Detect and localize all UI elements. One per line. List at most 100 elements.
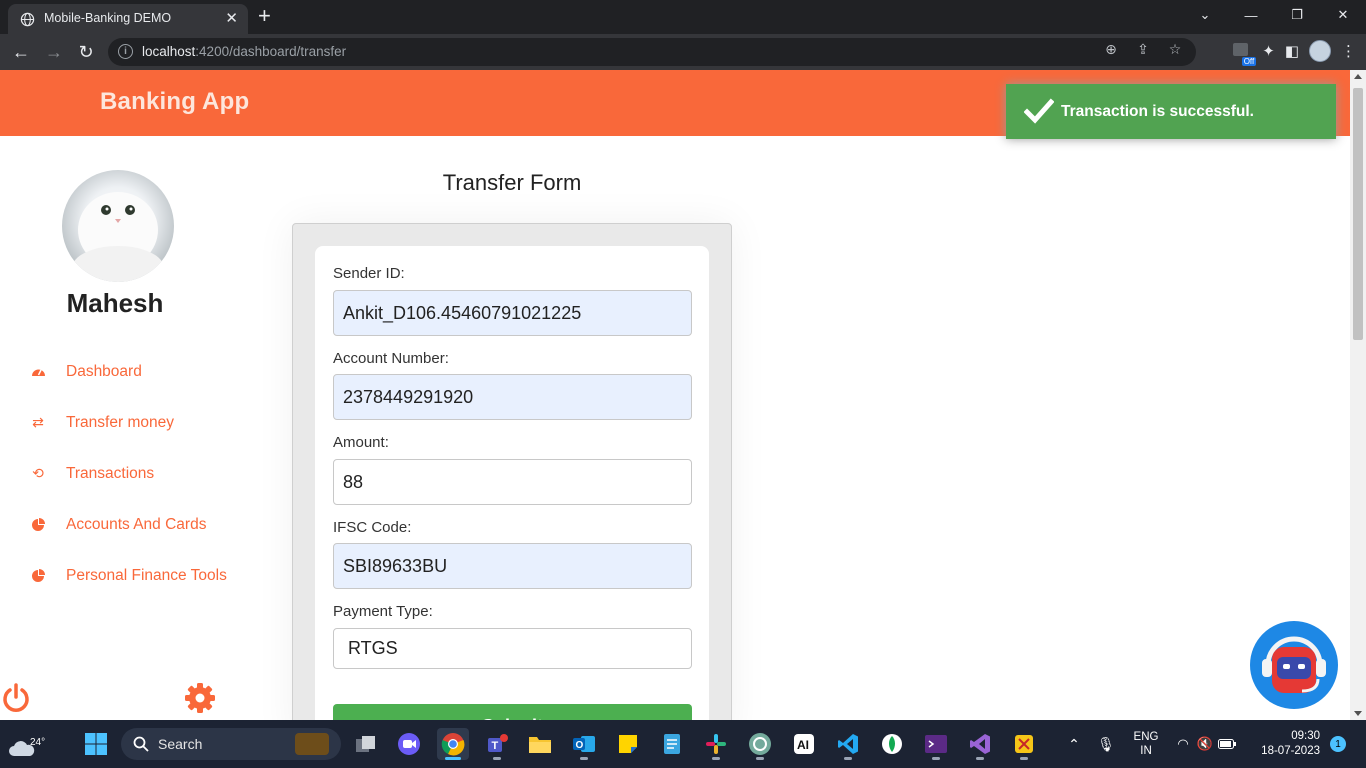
close-tab-icon[interactable]: ✕ xyxy=(225,9,238,27)
amount-input[interactable] xyxy=(333,459,692,505)
notepad-icon[interactable] xyxy=(656,728,688,760)
url-text[interactable]: localhost:4200/dashboard/transfer xyxy=(142,44,346,59)
browser-menu-icon[interactable]: ⋮ xyxy=(1341,42,1356,60)
search-icon xyxy=(133,736,149,752)
extensions-area: Off ✦ ◧ ⋮ xyxy=(1230,40,1356,66)
taskbar-search[interactable]: Search xyxy=(121,728,341,760)
user-name: Mahesh xyxy=(66,288,164,318)
history-icon: ⟲ xyxy=(32,465,44,481)
gear-icon[interactable] xyxy=(184,682,216,714)
visual-studio-icon[interactable] xyxy=(964,728,996,760)
account-number-input[interactable] xyxy=(333,374,692,420)
vscode-taskbar-icon[interactable] xyxy=(832,728,864,760)
language-code: ENG xyxy=(1133,731,1159,743)
clock[interactable]: 09:30 18-07-2023 xyxy=(1261,729,1320,759)
tab-search-icon[interactable]: ⌄ xyxy=(1182,0,1228,30)
zoom-icon[interactable]: ⊕ xyxy=(1100,41,1122,58)
terminal-taskbar-icon[interactable] xyxy=(920,728,952,760)
wifi-icon[interactable]: ◠ xyxy=(1174,720,1192,768)
outlook-taskbar-icon[interactable]: O xyxy=(568,728,600,760)
back-icon[interactable]: ← xyxy=(8,40,34,64)
amount-label: Amount: xyxy=(333,434,389,451)
notification-badge[interactable]: 1 xyxy=(1330,736,1346,752)
os-taskbar: 24° Search T O AI ⌃ 🎙 ENG IN ◠ 🔇 09:30 1… xyxy=(0,720,1366,768)
new-tab-icon[interactable]: + xyxy=(258,3,271,29)
microphone-icon[interactable]: 🎙 xyxy=(1096,720,1116,768)
sidebar-item-label: Dashboard xyxy=(66,362,142,380)
sidebar-item-transactions[interactable]: ⟲ Transactions xyxy=(0,448,262,499)
scrollbar-thumb[interactable] xyxy=(1353,88,1363,340)
slack-taskbar-icon[interactable] xyxy=(700,728,732,760)
transfer-form: Sender ID: Account Number: Amount: IFSC … xyxy=(315,246,709,766)
browser-tab[interactable]: Mobile-Banking DEMO ✕ xyxy=(8,4,248,34)
language-indicator[interactable]: ENG IN xyxy=(1126,720,1166,768)
volume-muted-icon[interactable]: 🔇 xyxy=(1196,720,1214,768)
success-toast[interactable]: Transaction is successful. xyxy=(1006,84,1336,139)
extension-off-icon[interactable]: Off xyxy=(1230,40,1257,66)
payment-type-select[interactable]: RTGS xyxy=(333,628,692,669)
ai-app-taskbar-icon[interactable]: AI xyxy=(788,728,820,760)
svg-text:T: T xyxy=(492,740,499,752)
side-panel-icon[interactable]: ◧ xyxy=(1285,42,1299,60)
minimize-icon[interactable]: — xyxy=(1228,0,1274,30)
puzzle-extensions-icon[interactable]: ✦ xyxy=(1262,42,1275,60)
site-info-icon[interactable]: i xyxy=(118,44,133,59)
share-icon[interactable]: ⇪ xyxy=(1132,41,1154,58)
checkmark-icon xyxy=(1024,98,1054,124)
sidebar-item-dashboard[interactable]: Dashboard xyxy=(0,346,262,397)
browser-tab-strip: Mobile-Banking DEMO ✕ + ⌄ — ❐ ✕ xyxy=(0,0,1366,34)
restore-icon[interactable]: ❐ xyxy=(1274,0,1320,30)
battery-icon[interactable] xyxy=(1218,720,1236,768)
payment-type-label: Payment Type: xyxy=(333,603,433,620)
language-region: IN xyxy=(1140,745,1152,757)
sticky-notes-icon[interactable] xyxy=(612,728,644,760)
windows-start-icon[interactable] xyxy=(84,732,108,756)
task-view-icon[interactable] xyxy=(350,728,382,760)
pie-chart-icon xyxy=(30,517,46,533)
clock-date: 18-07-2023 xyxy=(1261,745,1320,757)
weather-widget[interactable]: 24° xyxy=(8,728,48,760)
file-explorer-icon[interactable] xyxy=(524,728,556,760)
window-controls: ⌄ — ❐ ✕ xyxy=(1182,0,1366,34)
scroll-down-arrow-icon[interactable] xyxy=(1354,711,1362,716)
profile-avatar[interactable] xyxy=(1309,40,1331,62)
app-brand: Banking App xyxy=(100,88,250,115)
sidebar: Mahesh Dashboard ⇄ Transfer money ⟲ Tran… xyxy=(0,136,262,720)
dashboard-gauge-icon xyxy=(30,364,46,380)
browser-toolbar: ← → ↻ i localhost:4200/dashboard/transfe… xyxy=(0,34,1366,70)
forward-icon[interactable]: → xyxy=(41,40,67,64)
page-title: Transfer Form xyxy=(442,170,582,195)
toast-message: Transaction is successful. xyxy=(1061,103,1254,120)
sidebar-item-personal-finance-tools[interactable]: Personal Finance Tools xyxy=(0,550,262,601)
sender-id-input[interactable] xyxy=(333,290,692,336)
zoom-meetings-icon[interactable] xyxy=(393,728,425,760)
mongodb-compass-icon[interactable] xyxy=(876,728,908,760)
chevron-up-icon[interactable]: ⌃ xyxy=(1064,720,1084,768)
ifsc-code-input[interactable] xyxy=(333,543,692,589)
sidebar-item-accounts-and-cards[interactable]: Accounts And Cards xyxy=(0,499,262,550)
search-highlight-icon xyxy=(295,733,329,755)
chatgpt-taskbar-icon[interactable] xyxy=(744,728,776,760)
globe-icon xyxy=(20,12,35,27)
svg-text:AI: AI xyxy=(797,738,809,752)
sidebar-item-transfer-money[interactable]: ⇄ Transfer money xyxy=(0,397,262,448)
chatbot-button[interactable] xyxy=(1250,621,1338,709)
bookmark-star-icon[interactable]: ☆ xyxy=(1164,41,1186,58)
payment-type-value: RTGS xyxy=(348,638,398,658)
sidebar-item-label: Transactions xyxy=(66,464,155,482)
scroll-up-arrow-icon[interactable] xyxy=(1354,74,1362,79)
reload-icon[interactable]: ↻ xyxy=(73,40,99,64)
close-window-icon[interactable]: ✕ xyxy=(1320,0,1366,30)
power-icon[interactable] xyxy=(0,682,32,714)
teams-taskbar-icon[interactable]: T xyxy=(481,728,513,760)
pie-chart-icon xyxy=(30,568,46,584)
snipping-tool-icon[interactable] xyxy=(1008,728,1040,760)
clock-time: 09:30 xyxy=(1291,730,1320,742)
address-bar[interactable]: i localhost:4200/dashboard/transfer ⊕ ⇪ … xyxy=(108,38,1196,66)
chrome-taskbar-icon[interactable] xyxy=(437,728,469,760)
sidebar-menu: Dashboard ⇄ Transfer money ⟲ Transaction… xyxy=(0,346,262,601)
weather-temperature: 24° xyxy=(30,737,46,748)
sender-id-label: Sender ID: xyxy=(333,265,405,282)
search-label: Search xyxy=(158,736,203,752)
page-scrollbar[interactable] xyxy=(1350,70,1366,720)
